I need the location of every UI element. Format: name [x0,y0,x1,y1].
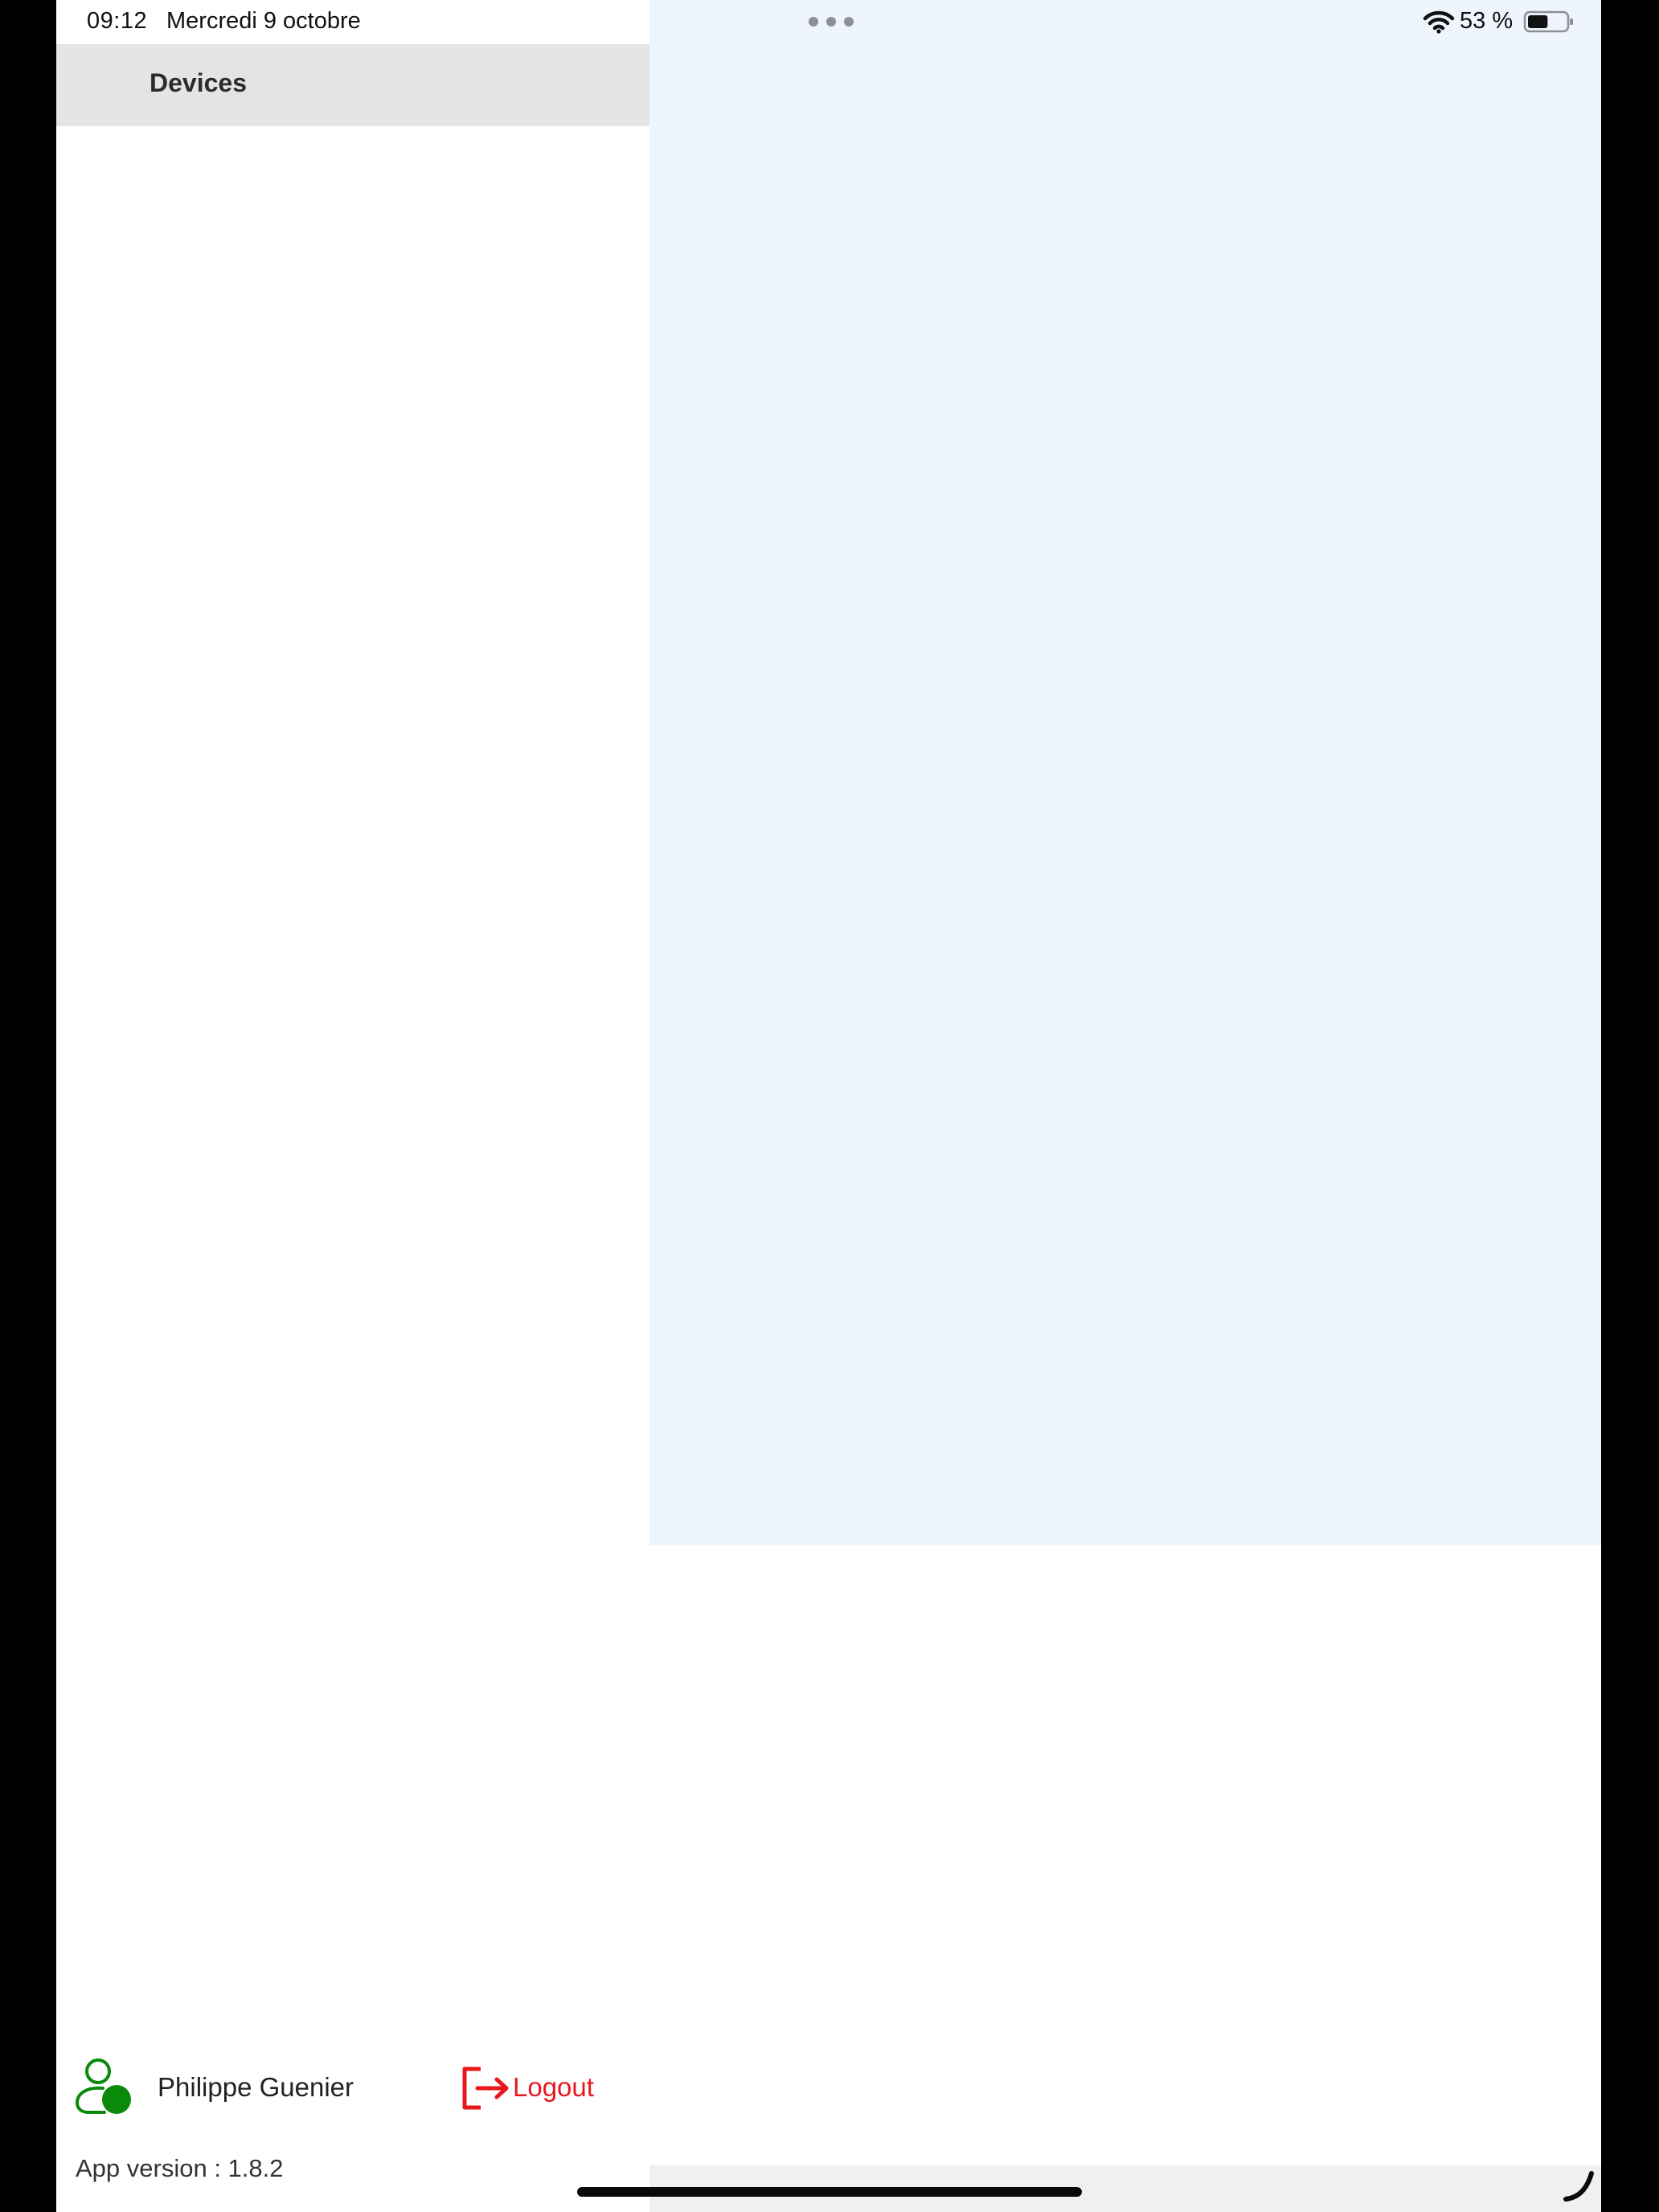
detail-pane [649,0,1601,1545]
sidebar-title: Devices [150,68,247,97]
battery-percent: 53 % [1460,8,1514,34]
home-indicator[interactable] [577,2187,1082,2197]
detail-pane-lower [649,1545,1601,2165]
multitask-dot [844,17,854,27]
sidebar: Devices Philippe Guenier Logout App vers… [56,0,649,2212]
multitask-dot [826,17,836,27]
app-version: App version : 1.8.2 [76,2154,284,2182]
resize-handle-icon[interactable] [1561,2167,1596,2202]
multitask-dots-icon[interactable] [809,16,854,27]
user-row: Philippe Guenier Logout [74,2058,637,2116]
wifi-icon [1423,10,1455,34]
battery-icon [1523,10,1573,33]
status-time: 09:12 [87,8,148,34]
multitask-dot [809,17,818,27]
ipad-screen: Devices Philippe Guenier Logout App vers… [56,0,1601,2212]
logout-button[interactable]: Logout [461,2066,614,2111]
user-status-icon [75,2058,131,2114]
status-date: Mercredi 9 octobre [166,8,361,34]
battery-fill [1528,15,1548,28]
logout-label: Logout [513,2072,594,2102]
sidebar-header: Devices [56,44,649,126]
logout-icon [462,2067,509,2110]
user-name: Philippe Guenier [158,2072,354,2102]
